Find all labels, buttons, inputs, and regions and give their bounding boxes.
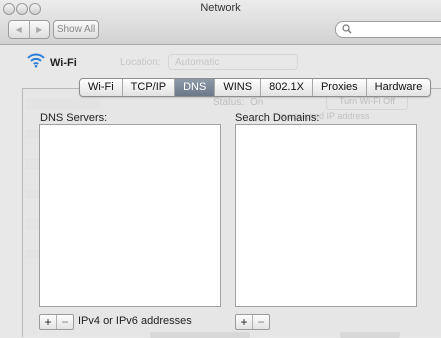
advanced-tabs: Wi-Fi TCP/IP DNS WINS 802.1X Proxies Har…	[79, 78, 432, 97]
dns-hint-text: IPv4 or IPv6 addresses	[78, 315, 192, 327]
tab-proxies[interactable]: Proxies	[311, 79, 366, 96]
window-title: Network	[200, 2, 241, 14]
dns-servers-label: DNS Servers:	[40, 112, 108, 124]
tab-hardware[interactable]: Hardware	[365, 79, 431, 96]
ghost-footer-text	[150, 332, 250, 338]
location-label: Location:	[120, 57, 161, 68]
tab-dns[interactable]: DNS	[174, 79, 215, 96]
location-select: Automatic	[168, 54, 298, 70]
back-button[interactable]: ◀	[9, 21, 30, 38]
search-input[interactable]	[335, 21, 441, 38]
remove-search-domain-button[interactable]: −	[252, 315, 269, 329]
add-search-domain-button[interactable]: +	[236, 315, 252, 329]
tab-wins[interactable]: WINS	[214, 79, 260, 96]
search-domains-add-remove: + −	[235, 314, 270, 330]
status-label: Status:	[213, 97, 245, 108]
dns-servers-list[interactable]	[39, 124, 221, 307]
forward-button[interactable]: ▶	[30, 21, 50, 38]
ghost-footer-button	[340, 332, 400, 338]
tab-tcpip[interactable]: TCP/IP	[121, 79, 174, 96]
ghost-sidebar-row	[25, 99, 100, 109]
search-domains-label: Search Domains:	[235, 112, 320, 124]
tab-8021x[interactable]: 802.1X	[260, 79, 312, 96]
wifi-icon	[27, 53, 45, 68]
nav-buttons: ◀ ▶	[8, 20, 50, 39]
search-domains-list[interactable]	[235, 124, 417, 307]
dns-servers-add-remove: + −	[39, 314, 74, 330]
search-icon	[342, 24, 352, 34]
tab-wifi[interactable]: Wi-Fi	[80, 79, 122, 96]
service-name: Wi-Fi	[50, 57, 77, 69]
status-value: On	[250, 97, 264, 108]
add-dns-server-button[interactable]: +	[40, 315, 56, 329]
window-titlebar: Network ◀ ▶ Show All	[0, 0, 441, 45]
remove-dns-server-button[interactable]: −	[56, 315, 73, 329]
show-all-button[interactable]: Show All	[53, 20, 99, 39]
